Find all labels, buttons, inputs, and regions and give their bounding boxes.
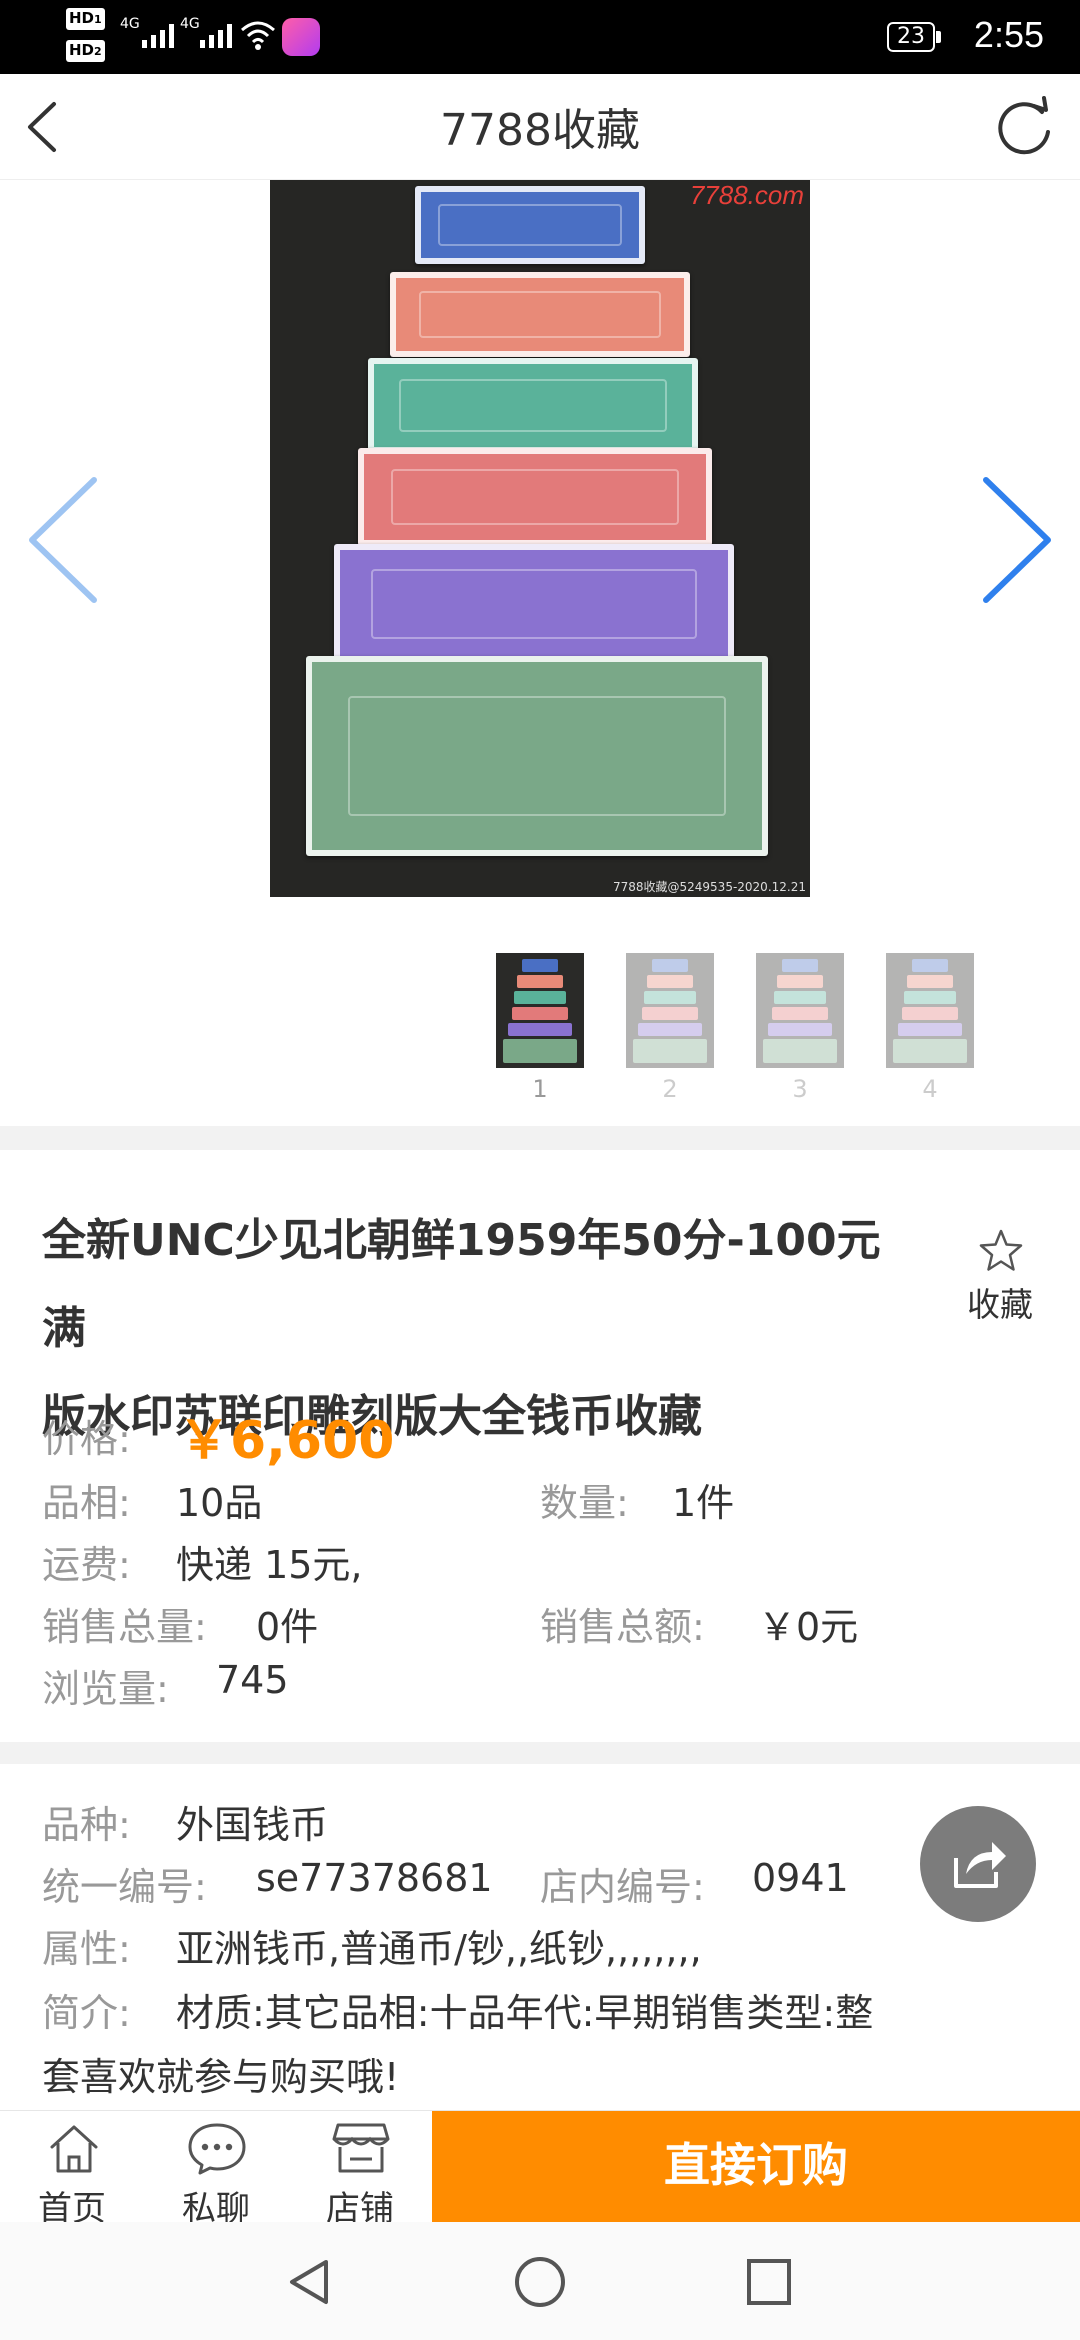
category-value: 外国钱币	[176, 1803, 329, 1847]
tab-home[interactable]: 首页	[0, 2111, 144, 2229]
condition-value: 10品	[176, 1481, 263, 1525]
bottom-action-bar: 首页 私聊 店铺 直接订购	[0, 2110, 1080, 2229]
thumbnail-4[interactable]	[886, 953, 974, 1068]
home-icon	[50, 2125, 98, 2173]
store-code-value: 0941	[752, 1856, 849, 1900]
image-gallery: 7788.com 7788收藏@5249535-2020.12.21 1 2 3…	[0, 180, 1080, 1125]
banknote-image	[358, 448, 712, 546]
product-title-line-2: 版水印苏联印雕刻版大全钱币收藏	[42, 1391, 702, 1442]
network-type-1: 4G	[120, 16, 140, 32]
attributes-value: 亚洲钱币,普通币/钞,,纸钞,,,,,,,,	[176, 1927, 702, 1971]
next-image-button[interactable]	[978, 470, 1058, 610]
banknote-image	[390, 272, 690, 357]
buy-now-button[interactable]: 直接订购	[432, 2111, 1080, 2223]
signal-icon-2	[200, 22, 232, 48]
nav-back-icon[interactable]	[284, 2256, 334, 2308]
nav-home-icon[interactable]	[512, 2254, 568, 2310]
thumbnail-3[interactable]	[756, 953, 844, 1068]
hd-indicator-2: HD2	[66, 40, 105, 62]
photo-caption: 7788收藏@5249535-2020.12.21	[612, 880, 806, 894]
thumbnail-strip: 1 2 3 4	[0, 953, 1080, 1103]
sales-amount-label: 销售总额:	[540, 1605, 705, 1649]
thumbnail-index: 3	[792, 1075, 808, 1103]
banknote-image	[415, 186, 645, 264]
thumbnail-2[interactable]	[626, 953, 714, 1068]
wifi-icon	[241, 21, 275, 50]
views-value: 745	[216, 1658, 289, 1702]
banknote-image	[368, 358, 698, 453]
app-notification-icon	[282, 18, 320, 56]
quantity-value: 1件	[672, 1481, 735, 1525]
quantity-label: 数量:	[540, 1481, 629, 1525]
shipping-value: 快递 15元,	[176, 1543, 363, 1587]
price-value: ￥6,600	[178, 1411, 395, 1471]
clock: 2:55	[973, 14, 1044, 55]
sales-count-label: 销售总量:	[42, 1605, 207, 1649]
shop-icon	[332, 2123, 390, 2173]
app-header: 7788收藏	[0, 74, 1080, 180]
page-title: 7788收藏	[440, 105, 640, 156]
share-button[interactable]	[920, 1806, 1036, 1922]
signal-icon-1	[142, 22, 174, 48]
network-type-2: 4G	[180, 16, 200, 32]
system-navigation-bar	[0, 2222, 1080, 2340]
intro-label: 简介:	[42, 1991, 131, 2035]
banknote-image	[306, 656, 768, 856]
intro-value-line-1: 材质:其它品相:十品年代:早期销售类型:整	[176, 1991, 874, 2035]
section-divider	[0, 1742, 1080, 1764]
product-title: 全新UNC少见北朝鲜1959年50分-100元满 版水印苏联印雕刻版大全钱币收藏	[42, 1197, 922, 1461]
price-label: 价格:	[42, 1417, 131, 1461]
nav-recents-icon[interactable]	[744, 2256, 794, 2308]
thumbnail-index: 4	[922, 1075, 938, 1103]
battery-cap	[936, 31, 941, 43]
store-code-label: 店内编号:	[540, 1865, 705, 1909]
favorite-label: 收藏	[967, 1285, 1033, 1324]
thumbnail-index: 2	[662, 1075, 678, 1103]
hd-indicator-1: HD1	[66, 8, 105, 30]
banknote-image	[334, 544, 734, 664]
category-label: 品种:	[42, 1803, 131, 1847]
prev-image-button[interactable]	[22, 470, 102, 610]
serial-label: 统一编号:	[42, 1865, 207, 1909]
product-photo[interactable]: 7788.com 7788收藏@5249535-2020.12.21	[270, 180, 810, 897]
product-title-line-1: 全新UNC少见北朝鲜1959年50分-100元满	[42, 1215, 881, 1354]
refresh-button[interactable]	[990, 92, 1060, 162]
attributes-label: 属性:	[42, 1927, 131, 1971]
shipping-label: 运费:	[42, 1543, 131, 1587]
section-divider	[0, 1126, 1080, 1150]
favorite-button[interactable]: 收藏	[960, 1228, 1040, 1328]
watermark: 7788.com	[689, 180, 804, 210]
serial-value: se77378681	[256, 1856, 493, 1900]
share-icon	[954, 1842, 1006, 1888]
sales-amount-value: ￥0元	[758, 1605, 859, 1649]
tab-shop[interactable]: 店铺	[288, 2111, 432, 2229]
thumbnail-index: 1	[532, 1075, 548, 1103]
sales-count-value: 0件	[256, 1605, 319, 1649]
views-label: 浏览量:	[42, 1667, 169, 1711]
status-bar: HD1 HD2 4G 4G 23 2:55	[0, 0, 1080, 74]
intro-value-line-2: 套喜欢就参与购买哦!	[42, 2055, 400, 2099]
tab-chat[interactable]: 私聊	[144, 2111, 288, 2229]
battery-icon: 23	[887, 22, 935, 52]
thumbnail-1[interactable]	[496, 953, 584, 1068]
chat-icon	[188, 2123, 246, 2175]
star-icon	[979, 1229, 1023, 1271]
condition-label: 品相:	[42, 1481, 131, 1525]
